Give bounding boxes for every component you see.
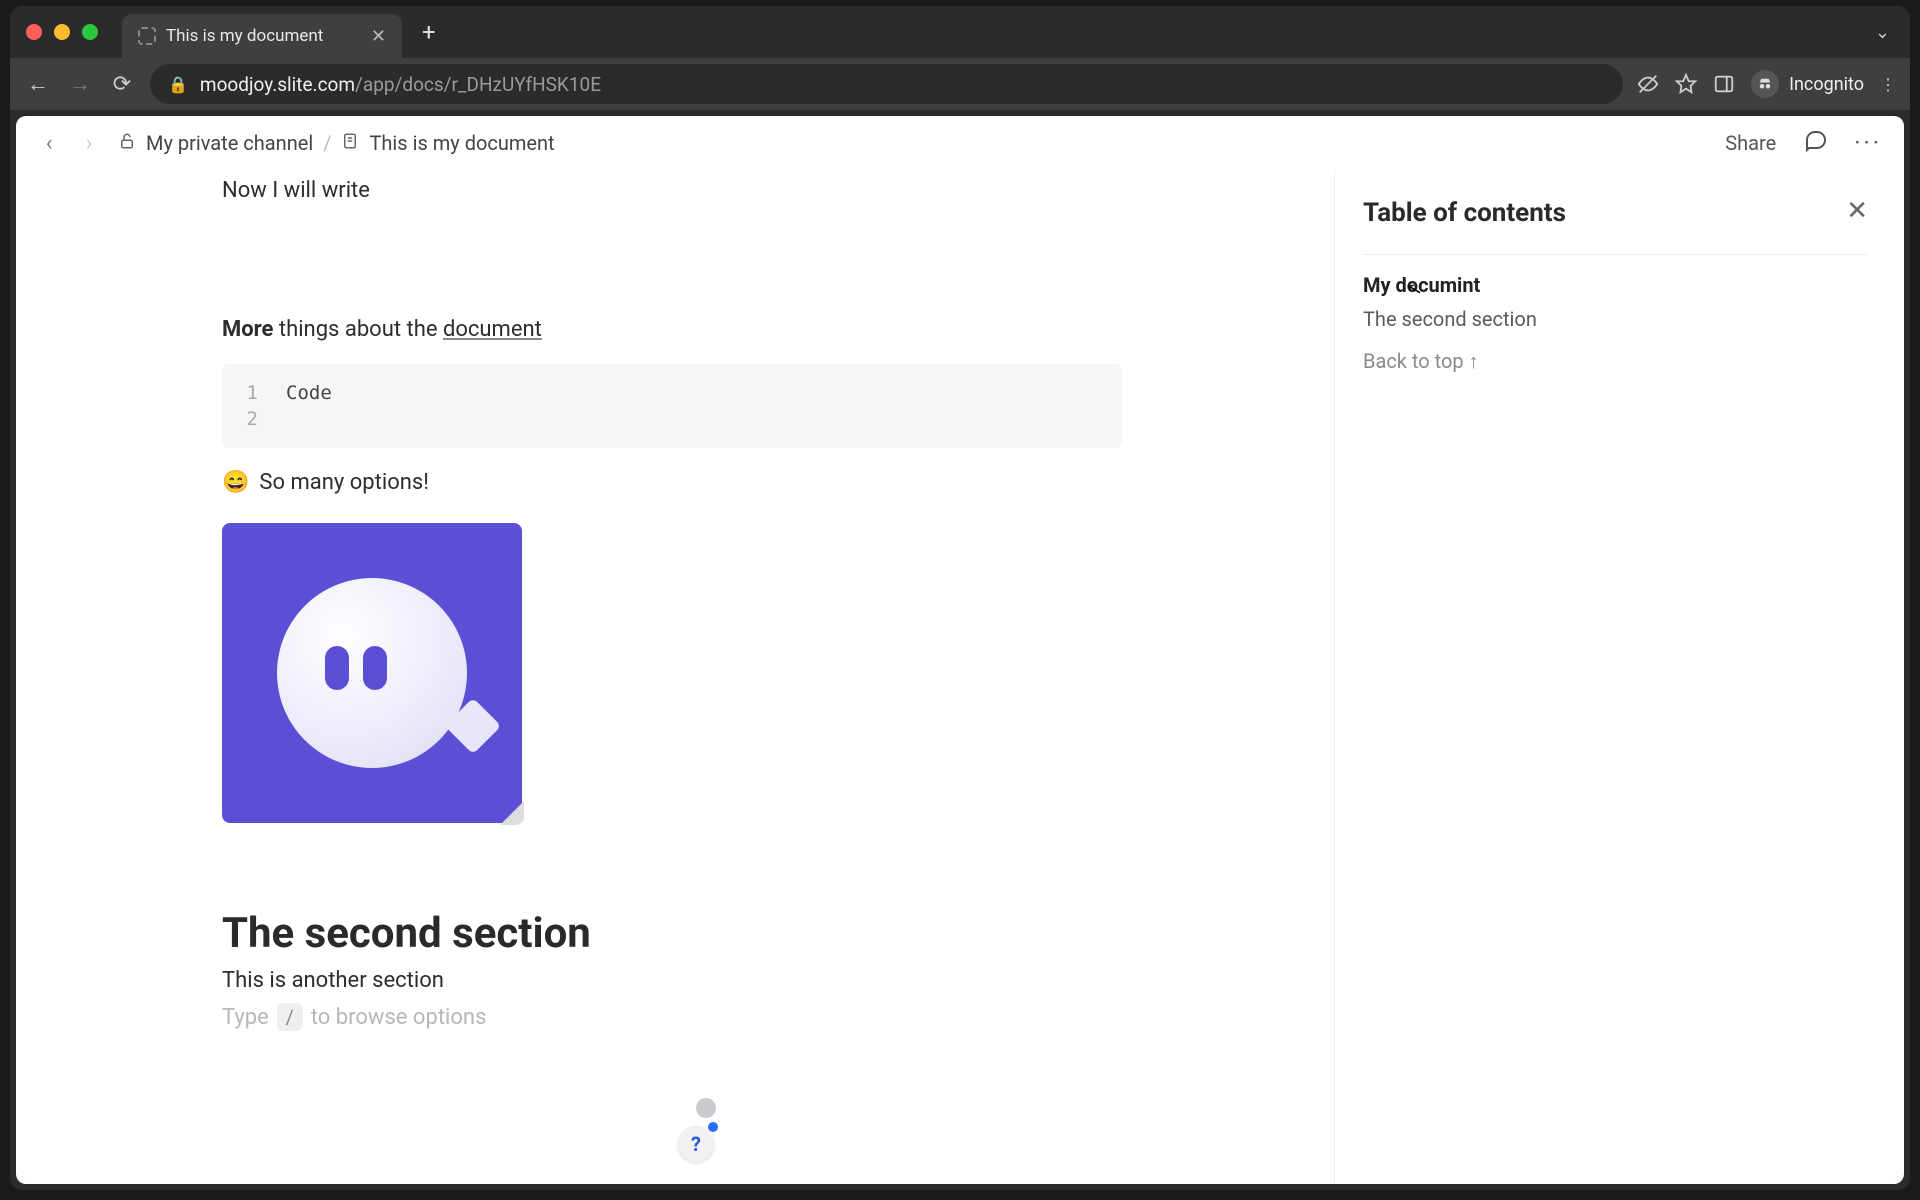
more-underlined: document (443, 317, 542, 342)
breadcrumb-doc[interactable]: This is my document (369, 131, 554, 155)
code-row: 2 (240, 408, 1104, 430)
toc-back-to-top[interactable]: Back to top ↑ (1363, 349, 1868, 374)
browser-tab[interactable]: This is my document ✕ (122, 14, 402, 58)
toc-divider (1363, 254, 1868, 255)
url-domain: moodjoy.slite.com (200, 73, 355, 96)
more-paragraph[interactable]: More things about the document (222, 317, 1122, 342)
presence-avatar-icon (696, 1098, 716, 1118)
eye-off-icon[interactable] (1637, 73, 1659, 95)
new-tab-button[interactable]: + (422, 18, 436, 46)
toc-item[interactable]: The second section (1363, 307, 1868, 331)
star-icon[interactable] (1675, 73, 1697, 95)
nav-back-icon[interactable]: ← (24, 71, 52, 97)
lock-icon: 🔒 (168, 75, 188, 94)
slash-placeholder[interactable]: Type / to browse options (222, 1003, 1122, 1031)
document-area[interactable]: Now I will write More things about the d… (16, 170, 1334, 1184)
help-glyph: ? (691, 1132, 701, 1156)
intro-paragraph[interactable]: Now I will write (222, 174, 1122, 207)
split-layout: Now I will write More things about the d… (16, 170, 1904, 1184)
section-body[interactable]: This is another section (222, 964, 1122, 997)
minimize-window-button[interactable] (54, 24, 70, 40)
resize-handle-icon[interactable] (500, 801, 524, 825)
url-bar: ← → ⟳ 🔒 moodjoy.slite.com/app/docs/r_DHz… (10, 58, 1910, 110)
more-mid: things about the (273, 317, 443, 342)
share-button[interactable]: Share (1725, 131, 1776, 155)
tab-favicon-icon (138, 27, 156, 45)
url-path: /app/docs/r_DHzUYfHSK10E (355, 73, 601, 96)
tab-close-icon[interactable]: ✕ (371, 26, 386, 47)
toc-item-active[interactable]: My documint (1363, 273, 1868, 297)
placeholder-post: to browse options (311, 1005, 487, 1030)
line-number: 1 (240, 382, 258, 404)
table-of-contents-panel: Table of contents ✕ My documint ↖ The se… (1334, 170, 1904, 1184)
titlebar: This is my document ✕ + ⌄ (10, 6, 1910, 58)
incognito-icon (1751, 70, 1779, 98)
panel-icon[interactable] (1713, 73, 1735, 95)
incognito-label: Incognito (1789, 74, 1864, 95)
placeholder-pre: Type (222, 1005, 269, 1030)
arrow-up-icon: ↑ (1469, 349, 1479, 373)
browser-menu-icon[interactable]: ⋮ (1880, 75, 1896, 94)
more-bold: More (222, 317, 273, 342)
emoji-text: So many options! (259, 470, 429, 495)
slash-key-icon: / (277, 1003, 303, 1031)
nav-forward-icon[interactable]: → (66, 71, 94, 97)
help-button[interactable]: ? (678, 1126, 714, 1162)
maximize-window-button[interactable] (82, 24, 98, 40)
incognito-badge[interactable]: Incognito (1751, 70, 1864, 98)
code-row: 1 Code (240, 382, 1104, 404)
app-frame: ‹ › My private channel / This is my docu… (16, 116, 1904, 1184)
line-number: 2 (240, 408, 258, 430)
toc-close-icon[interactable]: ✕ (1846, 196, 1868, 226)
window-controls (26, 24, 98, 40)
toc-back-label: Back to top (1363, 349, 1464, 373)
browser-window: This is my document ✕ + ⌄ ← → ⟳ 🔒 moodjo… (10, 6, 1910, 1190)
section-heading[interactable]: The second section (222, 909, 1122, 958)
more-menu-icon[interactable]: ··· (1854, 129, 1882, 157)
code-text[interactable]: Code (286, 382, 332, 404)
tabs-overflow-icon[interactable]: ⌄ (1875, 22, 1890, 43)
app-back-icon[interactable]: ‹ (38, 131, 60, 156)
close-window-button[interactable] (26, 24, 42, 40)
app-topbar: ‹ › My private channel / This is my docu… (16, 116, 1904, 170)
reload-icon[interactable]: ⟳ (108, 72, 136, 97)
app-forward-icon[interactable]: › (78, 131, 100, 156)
breadcrumb-channel[interactable]: My private channel (146, 131, 313, 155)
document-icon (341, 132, 359, 155)
comments-icon[interactable] (1804, 128, 1828, 158)
breadcrumb-separator: / (323, 131, 331, 155)
emoji-paragraph[interactable]: 😄 So many options! (222, 470, 1122, 495)
ghost-illustration-icon (277, 578, 467, 768)
smile-emoji-icon: 😄 (222, 470, 249, 495)
toc-title: Table of contents (1363, 198, 1868, 228)
tab-title: This is my document (166, 26, 323, 46)
code-block[interactable]: 1 Code 2 (222, 364, 1122, 448)
urlbar-right-icons: Incognito ⋮ (1637, 70, 1896, 98)
embedded-image[interactable] (222, 523, 522, 823)
breadcrumb: My private channel / This is my document (118, 131, 555, 155)
lock-open-icon (118, 132, 136, 155)
address-field[interactable]: 🔒 moodjoy.slite.com/app/docs/r_DHzUYfHSK… (150, 64, 1623, 104)
